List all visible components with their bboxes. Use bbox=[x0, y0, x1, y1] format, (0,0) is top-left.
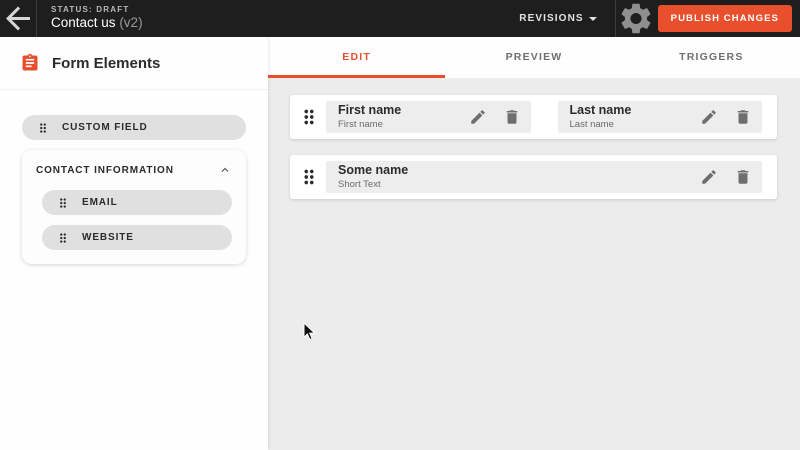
sidebar-item-custom-field[interactable]: CUSTOM FIELD bbox=[22, 115, 246, 140]
drag-indicator-icon bbox=[56, 231, 70, 245]
pencil-icon bbox=[700, 108, 718, 126]
delete-field-button[interactable] bbox=[734, 108, 752, 126]
status-badge: STATUS: DRAFT bbox=[51, 5, 143, 15]
tab-edit[interactable]: EDIT bbox=[268, 37, 445, 78]
form-title-block: STATUS: DRAFT Contact us (v2) bbox=[37, 5, 157, 32]
field-first-name: First name First name bbox=[326, 101, 531, 133]
form-name: Contact us bbox=[51, 15, 116, 30]
field-title: First name bbox=[338, 103, 453, 119]
drag-indicator-icon[interactable] bbox=[298, 166, 320, 188]
group-title: CONTACT INFORMATION bbox=[36, 165, 174, 176]
publish-changes-button[interactable]: PUBLISH CHANGES bbox=[658, 5, 792, 32]
revisions-label: REVISIONS bbox=[519, 13, 583, 24]
back-button[interactable] bbox=[0, 0, 36, 37]
sidebar-item-label: CUSTOM FIELD bbox=[62, 122, 148, 133]
field-row: First name First name Last name bbox=[290, 95, 777, 139]
sidebar-item-website[interactable]: WEBSITE bbox=[42, 225, 232, 250]
field-last-name: Last name Last name bbox=[558, 101, 763, 133]
edit-field-button[interactable] bbox=[469, 108, 487, 126]
chevron-down-icon bbox=[589, 17, 597, 21]
sidebar-item-label: EMAIL bbox=[82, 197, 118, 208]
sidebar-item-label: WEBSITE bbox=[82, 232, 134, 243]
group-header-contact-information[interactable]: CONTACT INFORMATION bbox=[36, 158, 232, 182]
page-title: Contact us (v2) bbox=[51, 15, 143, 32]
tab-bar: EDIT PREVIEW TRIGGERS bbox=[268, 37, 800, 78]
trash-icon bbox=[503, 108, 521, 126]
field-title: Some name bbox=[338, 163, 684, 179]
tab-preview[interactable]: PREVIEW bbox=[445, 37, 622, 78]
trash-icon bbox=[734, 108, 752, 126]
top-bar: STATUS: DRAFT Contact us (v2) REVISIONS … bbox=[0, 0, 800, 37]
field-subtitle: Last name bbox=[570, 119, 685, 131]
field-subtitle: First name bbox=[338, 119, 453, 131]
field-row: Some name Short Text bbox=[290, 155, 777, 199]
contact-information-group: CONTACT INFORMATION EMAIL WEBSITE bbox=[22, 150, 246, 264]
delete-field-button[interactable] bbox=[503, 108, 521, 126]
trash-icon bbox=[734, 168, 752, 186]
drag-indicator-icon bbox=[36, 121, 50, 135]
pencil-icon bbox=[469, 108, 487, 126]
gear-icon bbox=[616, 0, 656, 37]
field-some-name: Some name Short Text bbox=[326, 161, 762, 193]
edit-field-button[interactable] bbox=[700, 168, 718, 186]
form-canvas: First name First name Last name bbox=[268, 78, 800, 450]
form-elements-sidebar: Form Elements CUSTOM FIELD CONTACT INFOR… bbox=[0, 37, 268, 450]
form-clipboard-icon bbox=[20, 53, 40, 73]
sidebar-header: Form Elements bbox=[0, 37, 268, 90]
tab-triggers[interactable]: TRIGGERS bbox=[623, 37, 800, 78]
chevron-up-icon bbox=[218, 163, 232, 177]
field-subtitle: Short Text bbox=[338, 179, 684, 191]
field-title: Last name bbox=[570, 103, 685, 119]
drag-indicator-icon bbox=[56, 196, 70, 210]
form-version: (v2) bbox=[119, 15, 142, 30]
settings-button[interactable] bbox=[616, 0, 656, 37]
pencil-icon bbox=[700, 168, 718, 186]
sidebar-item-email[interactable]: EMAIL bbox=[42, 190, 232, 215]
drag-indicator-icon[interactable] bbox=[298, 106, 320, 128]
arrow-left-icon bbox=[0, 0, 36, 37]
delete-field-button[interactable] bbox=[734, 168, 752, 186]
revisions-dropdown[interactable]: REVISIONS bbox=[501, 0, 614, 37]
edit-field-button[interactable] bbox=[700, 108, 718, 126]
sidebar-title: Form Elements bbox=[52, 55, 160, 72]
